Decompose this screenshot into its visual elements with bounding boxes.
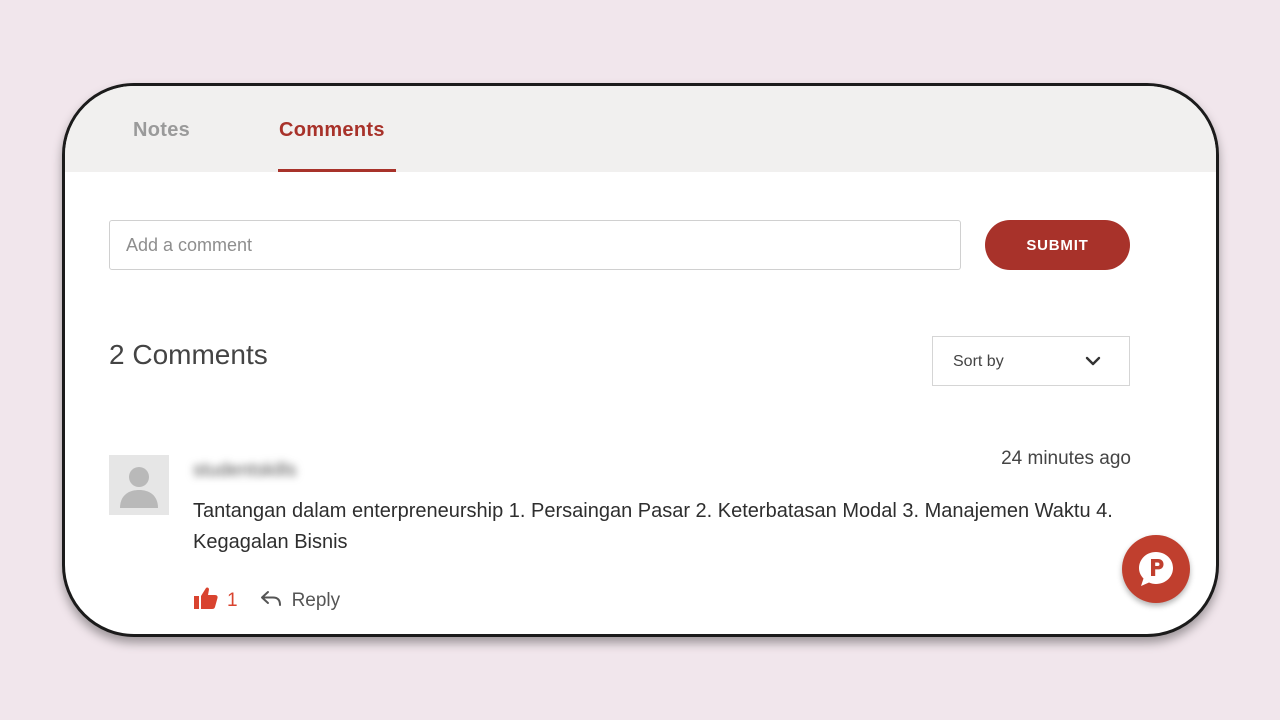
comment-timestamp: 24 minutes ago: [1001, 448, 1131, 469]
comments-panel: Notes Comments SUBMIT 2 Comments Sort by…: [62, 83, 1219, 637]
comment-input[interactable]: [109, 220, 961, 270]
avatar-placeholder-icon: [109, 455, 169, 515]
tab-notes[interactable]: Notes: [133, 119, 190, 142]
reply-label: Reply: [291, 589, 341, 611]
tab-bar: Notes Comments: [65, 86, 1216, 172]
like-button[interactable]: 1: [193, 586, 238, 615]
reply-button[interactable]: Reply: [260, 588, 341, 613]
chevron-down-icon: [1083, 351, 1103, 376]
comment-text: Tantangan dalam enterpreneurship 1. Pers…: [193, 500, 1113, 553]
tab-comments[interactable]: Comments: [279, 119, 385, 142]
chat-bubble-p-icon[interactable]: [1122, 535, 1190, 603]
submit-button[interactable]: SUBMIT: [985, 220, 1130, 270]
like-count: 1: [227, 589, 238, 611]
comments-count-heading: 2 Comments: [109, 339, 268, 370]
reply-arrow-icon: [260, 588, 282, 613]
sort-dropdown[interactable]: Sort by: [932, 336, 1130, 386]
thumbs-up-icon: [193, 586, 219, 615]
sort-label: Sort by: [953, 353, 1004, 370]
comment-actions: 1 Reply: [193, 586, 340, 615]
comment-username[interactable]: studentskills: [193, 460, 297, 482]
active-tab-indicator: [278, 169, 396, 172]
